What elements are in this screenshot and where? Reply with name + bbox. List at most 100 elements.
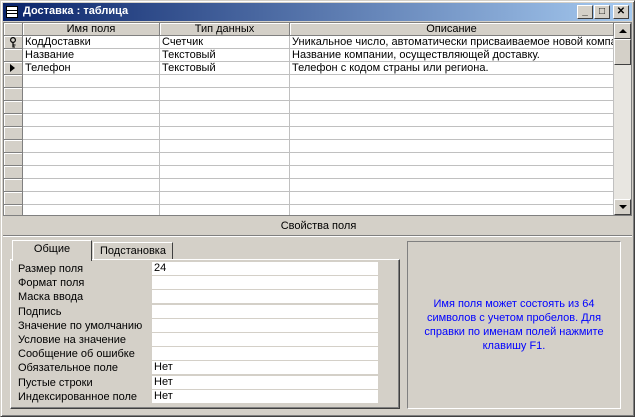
description-cell[interactable] — [290, 75, 614, 88]
field-name-cell[interactable] — [23, 140, 160, 153]
field-name-cell[interactable] — [23, 192, 160, 205]
field-name-cell[interactable] — [23, 88, 160, 101]
property-value-field[interactable] — [152, 333, 378, 347]
table-row[interactable] — [4, 140, 614, 153]
data-type-cell[interactable] — [160, 88, 290, 101]
description-cell[interactable] — [290, 205, 614, 215]
property-value-field[interactable] — [152, 276, 378, 291]
scroll-up-button[interactable] — [614, 23, 631, 39]
row-selector[interactable] — [4, 127, 23, 140]
field-name-cell[interactable] — [23, 114, 160, 127]
description-cell[interactable]: Уникальное число, автоматически присваив… — [290, 36, 614, 49]
row-selector[interactable] — [4, 192, 23, 205]
data-type-cell[interactable] — [160, 127, 290, 140]
data-type-cell[interactable] — [160, 205, 290, 215]
property-row: Пустые строки Нет — [18, 375, 380, 390]
data-type-cell[interactable] — [160, 166, 290, 179]
table-row[interactable]: Телефон Текстовый Телефон с кодом страны и… — [4, 62, 614, 75]
column-header-description[interactable]: Описание — [290, 23, 614, 36]
data-type-cell[interactable] — [160, 192, 290, 205]
data-type-cell[interactable]: Счетчик — [160, 36, 290, 49]
row-selector[interactable] — [4, 62, 23, 75]
table-row[interactable] — [4, 153, 614, 166]
property-value-field[interactable] — [152, 347, 378, 362]
minimize-button[interactable]: _ — [577, 5, 593, 19]
row-selector[interactable] — [4, 140, 23, 153]
data-type-cell[interactable]: Текстовый — [160, 62, 290, 75]
row-selector[interactable] — [4, 49, 23, 62]
field-name-cell[interactable] — [23, 127, 160, 140]
column-header-data-type[interactable]: Тип данных — [160, 23, 290, 36]
field-name-cell[interactable]: КодДоставки — [23, 36, 160, 49]
field-name-cell[interactable] — [23, 101, 160, 114]
table-row[interactable] — [4, 114, 614, 127]
property-row: Подпись — [18, 304, 380, 319]
table-row[interactable] — [4, 192, 614, 205]
property-row: Значение по умолчанию — [18, 318, 380, 333]
description-cell[interactable] — [290, 88, 614, 101]
close-button[interactable]: ✕ — [613, 5, 629, 19]
description-cell[interactable] — [290, 166, 614, 179]
table-row[interactable] — [4, 205, 614, 215]
tab-general[interactable]: Общие — [12, 240, 92, 261]
table-row[interactable] — [4, 166, 614, 179]
data-type-cell[interactable] — [160, 140, 290, 153]
field-name-cell[interactable] — [23, 153, 160, 166]
table-row[interactable] — [4, 101, 614, 114]
property-value-field[interactable]: 24 — [152, 262, 378, 276]
description-cell[interactable] — [290, 153, 614, 166]
description-cell[interactable] — [290, 127, 614, 140]
field-name-cell[interactable] — [23, 179, 160, 192]
row-selector[interactable] — [4, 166, 23, 179]
table-row[interactable]: КодДоставки Счетчик Уникальное число, авто… — [4, 36, 614, 49]
description-cell[interactable]: Телефон с кодом страны или региона. — [290, 62, 614, 75]
row-selector[interactable] — [4, 101, 23, 114]
maximize-button[interactable]: □ — [594, 5, 610, 19]
scroll-down-button[interactable] — [614, 199, 631, 215]
property-label: Условие на значение — [18, 334, 127, 346]
description-cell[interactable] — [290, 114, 614, 127]
table-row[interactable]: Название Текстовый Название компании, осущ… — [4, 49, 614, 62]
data-type-cell[interactable] — [160, 153, 290, 166]
row-selector[interactable] — [4, 114, 23, 127]
description-cell[interactable] — [290, 179, 614, 192]
property-value-field[interactable]: Нет — [152, 389, 378, 404]
property-value-field[interactable] — [152, 318, 378, 333]
scroll-thumb[interactable] — [614, 39, 631, 65]
field-name-cell[interactable]: Название — [23, 49, 160, 62]
title-bar[interactable]: Доставка : таблица _ □ ✕ — [3, 3, 632, 21]
property-value-field[interactable]: Нет — [152, 375, 378, 390]
data-type-cell[interactable] — [160, 114, 290, 127]
property-value-field[interactable]: Нет — [152, 361, 378, 376]
vertical-scrollbar[interactable] — [614, 23, 631, 215]
field-name-cell[interactable] — [23, 75, 160, 88]
header-corner — [4, 23, 23, 36]
row-selector[interactable] — [4, 179, 23, 192]
row-selector[interactable] — [4, 75, 23, 88]
property-label: Подпись — [18, 305, 62, 318]
row-selector[interactable] — [4, 36, 23, 49]
description-cell[interactable]: Название компании, осуществляющей достав… — [290, 49, 614, 62]
description-cell[interactable] — [290, 101, 614, 114]
property-value-field[interactable] — [152, 304, 378, 319]
current-row-icon — [10, 64, 15, 72]
column-header-field-name[interactable]: Имя поля — [23, 23, 160, 36]
field-name-cell[interactable] — [23, 166, 160, 179]
field-name-cell[interactable] — [23, 205, 160, 215]
property-value-field[interactable] — [152, 290, 378, 305]
table-row[interactable] — [4, 75, 614, 88]
data-type-cell[interactable]: Текстовый — [160, 49, 290, 62]
table-row[interactable] — [4, 127, 614, 140]
data-type-cell[interactable] — [160, 101, 290, 114]
row-selector[interactable] — [4, 205, 23, 215]
field-name-cell[interactable]: Телефон — [23, 62, 160, 75]
row-selector[interactable] — [4, 153, 23, 166]
description-cell[interactable] — [290, 140, 614, 153]
table-row[interactable] — [4, 88, 614, 101]
arrow-down-icon — [619, 205, 627, 209]
data-type-cell[interactable] — [160, 75, 290, 88]
description-cell[interactable] — [290, 192, 614, 205]
table-row[interactable] — [4, 179, 614, 192]
row-selector[interactable] — [4, 88, 23, 101]
data-type-cell[interactable] — [160, 179, 290, 192]
